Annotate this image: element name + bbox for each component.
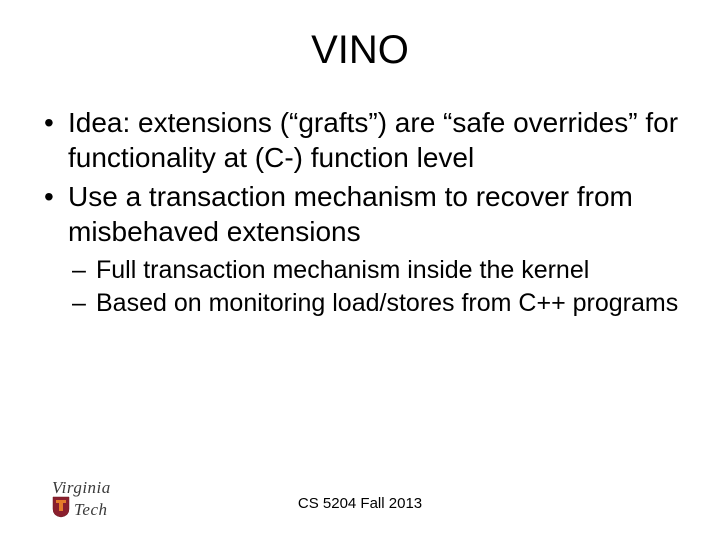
sub-bullet-item: Based on monitoring load/stores from C++… xyxy=(40,288,680,319)
sub-bullet-list: Full transaction mechanism inside the ke… xyxy=(40,255,680,320)
bullet-list: Idea: extensions (“grafts”) are “safe ov… xyxy=(40,105,680,249)
bullet-item: Idea: extensions (“grafts”) are “safe ov… xyxy=(40,105,680,175)
slide: VINO Idea: extensions (“grafts”) are “sa… xyxy=(0,0,720,540)
slide-title: VINO xyxy=(40,28,680,73)
vt-logo: Virginia Tech xyxy=(52,479,111,518)
sub-bullet-item: Full transaction mechanism inside the ke… xyxy=(40,255,680,286)
vt-logo-tech-row: Tech xyxy=(52,496,111,518)
bullet-item: Use a transaction mechanism to recover f… xyxy=(40,179,680,249)
vt-logo-virginia: Virginia xyxy=(52,479,111,496)
vt-logo-text: Virginia Tech xyxy=(52,479,111,518)
shield-icon xyxy=(52,496,70,518)
vt-logo-tech: Tech xyxy=(74,501,108,518)
slide-content: Idea: extensions (“grafts”) are “safe ov… xyxy=(40,105,680,320)
